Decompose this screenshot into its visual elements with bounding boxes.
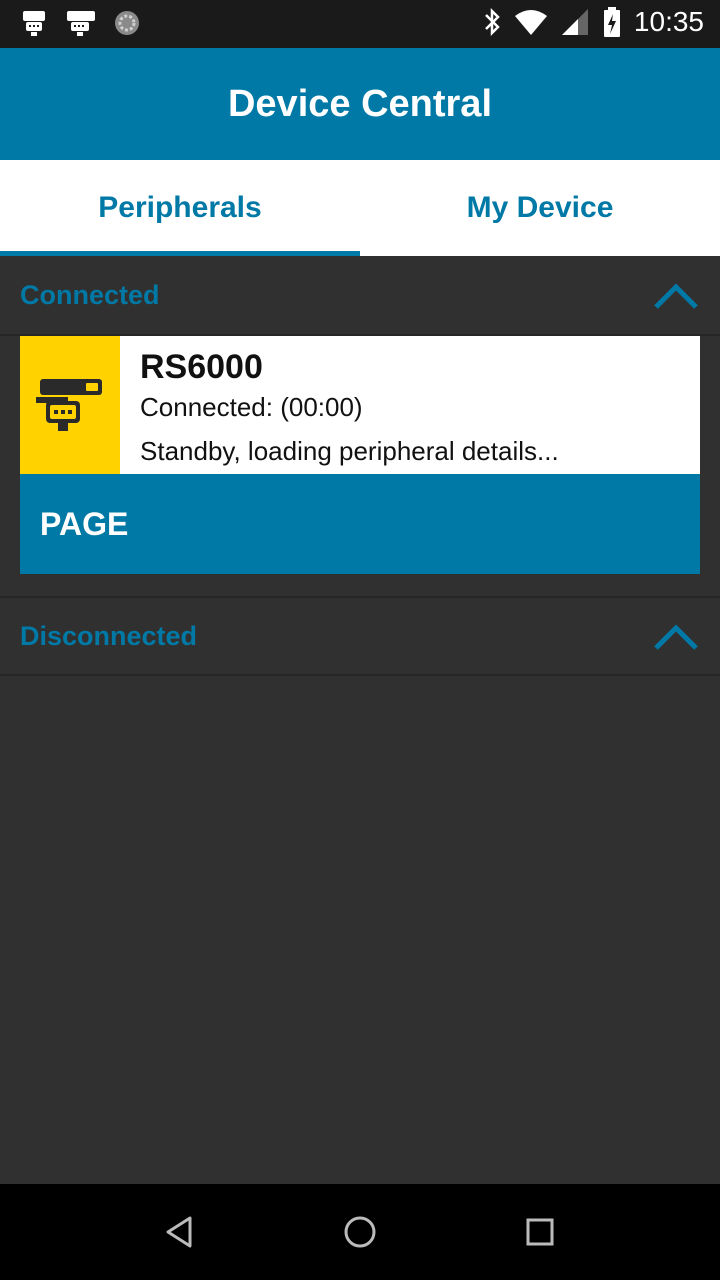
device-name: RS6000: [140, 348, 263, 386]
battery-charging-icon: [603, 7, 620, 37]
app-bar: Device Central: [0, 48, 720, 160]
system-nav-bar: [0, 1184, 720, 1280]
wifi-icon: [514, 10, 547, 35]
page-title: Device Central: [227, 82, 492, 125]
device-card-info[interactable]: RS6000 Connected: (00:00) Standby, loadi…: [20, 336, 700, 474]
tab-peripherals[interactable]: Peripherals: [0, 160, 360, 256]
page-button[interactable]: PAGE: [20, 474, 700, 574]
bluetooth-icon: [485, 7, 500, 37]
device-status-detail: Standby, loading peripheral details...: [140, 436, 559, 466]
device-connection-status: Connected: (00:00): [140, 392, 363, 422]
home-icon[interactable]: [340, 1212, 380, 1252]
sync-icon: [115, 11, 139, 35]
back-icon[interactable]: [160, 1212, 200, 1252]
tab-bar: Peripherals My Device: [0, 160, 720, 256]
scanner-notification-icon: [67, 11, 95, 36]
status-time: 10:35: [633, 6, 704, 37]
recents-icon[interactable]: [520, 1212, 560, 1252]
chevron-up-icon[interactable]: [652, 620, 700, 652]
chevron-up-icon[interactable]: [652, 279, 700, 311]
device-icon-container: [20, 336, 120, 474]
connected-section-header[interactable]: Connected: [0, 256, 720, 336]
scanner-notification-icon: [23, 11, 45, 36]
tab-my-device[interactable]: My Device: [360, 160, 720, 256]
disconnected-section-header[interactable]: Disconnected: [0, 596, 720, 676]
ring-scanner-icon: [36, 379, 102, 431]
signal-icon: [561, 9, 588, 35]
status-bar: 10:35: [0, 0, 720, 48]
connected-section-label: Connected: [20, 279, 160, 310]
disconnected-section-label: Disconnected: [20, 620, 198, 651]
device-card[interactable]: RS6000 Connected: (00:00) Standby, loadi…: [20, 336, 700, 574]
